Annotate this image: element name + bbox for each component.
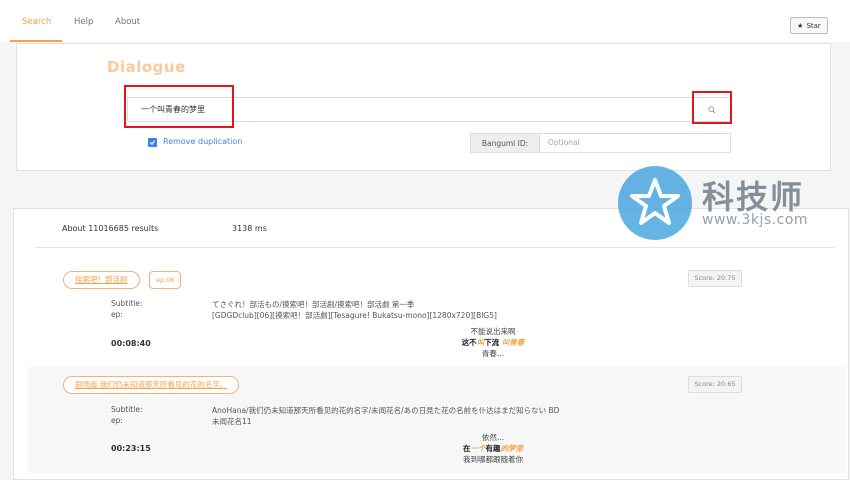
tab-about[interactable]: About bbox=[115, 17, 140, 27]
logo: Dialogue bbox=[107, 58, 186, 76]
context-main: 在一个有趣的梦里 bbox=[408, 443, 578, 454]
context-main-a: 这不 bbox=[461, 338, 477, 347]
context-after: 青春... bbox=[481, 349, 505, 358]
subtitle-value: AnoHana/我们仍未知道那天所看见的花的名字/未闻花名/あの日見た花の名前を… bbox=[212, 406, 560, 415]
result-card: 剧场版 我们仍未知道那天所看见的花的名字。 Score: 20.65 Subti… bbox=[28, 367, 846, 473]
score-badge: Score: 20.75 bbox=[688, 270, 742, 287]
top-nav: Search Help About ★ Star bbox=[0, 0, 850, 42]
context-main-a: 在 bbox=[463, 444, 471, 453]
watermark-url: www.3kjs.com bbox=[702, 212, 809, 228]
ep-label: ep: bbox=[111, 416, 123, 425]
search-panel: Dialogue 一个叫青春的梦里 Remove duplication Ban… bbox=[16, 43, 831, 171]
subtitle-label: Subtitle: bbox=[111, 299, 143, 308]
active-tab-indicator bbox=[10, 40, 62, 42]
result-title-link[interactable]: 剧场版 我们仍未知道那天所看见的花的名字。 bbox=[63, 376, 240, 394]
episode-badge[interactable]: ep.06 bbox=[149, 271, 182, 289]
ep-value: [GDGDclub][06][摸索吧！部活劇][Tesagure! Bukats… bbox=[212, 311, 497, 320]
results-count: About 11016685 results bbox=[62, 224, 159, 233]
dialogue-context: 不能说出来啊 这不叫下流 叫青春 青春... bbox=[408, 326, 578, 359]
timestamp: 00:08:40 bbox=[111, 339, 151, 348]
context-before: 不能说出来啊 bbox=[470, 327, 516, 336]
highlight-box-search-button bbox=[692, 91, 732, 124]
checkmark-icon bbox=[149, 140, 156, 146]
score-badge: Score: 20.65 bbox=[688, 376, 742, 393]
results-panel: About 11016685 results 3138 ms 摇索吧！部活剧 e… bbox=[13, 208, 849, 480]
divider bbox=[34, 247, 834, 248]
results-time: 3138 ms bbox=[232, 224, 267, 233]
bangumi-id-input[interactable]: Optional bbox=[539, 133, 731, 153]
subtitle-value: てさぐれ！部活もの/摸索吧！部活剧/摸索吧！部活劇 第一季 bbox=[212, 300, 415, 309]
result-title-link[interactable]: 摇索吧！部活剧 bbox=[63, 271, 140, 289]
star-button-label: Star bbox=[806, 21, 821, 30]
tab-help[interactable]: Help bbox=[74, 17, 93, 27]
context-highlight: 的梦里 bbox=[500, 444, 524, 453]
dialogue-context: 依然... 在一个有趣的梦里 我到哪都跟随着你 bbox=[408, 432, 578, 465]
context-main: 这不叫下流 叫青春 bbox=[408, 337, 578, 348]
context-main-b: 有趣 bbox=[485, 444, 501, 453]
context-highlight: 一个 bbox=[470, 444, 486, 453]
result-card: 摇索吧！部活剧 ep.06 Score: 20.75 Subtitle: てさぐ… bbox=[28, 261, 846, 359]
ep-value: 未闻花名11 bbox=[212, 417, 252, 426]
context-before: 依然... bbox=[481, 433, 505, 442]
bangumi-id-label: Bangumi ID: bbox=[470, 133, 540, 153]
timestamp: 00:23:15 bbox=[111, 444, 151, 453]
watermark-logo-icon bbox=[618, 166, 692, 240]
remove-duplication-checkbox[interactable] bbox=[148, 138, 157, 147]
context-main-b: 下流 bbox=[484, 338, 502, 347]
highlight-box-query bbox=[124, 85, 234, 128]
star-button[interactable]: ★ Star bbox=[790, 17, 828, 34]
tab-search[interactable]: Search bbox=[22, 17, 51, 27]
context-after: 我到哪都跟随着你 bbox=[463, 455, 523, 464]
ep-label: ep: bbox=[111, 310, 123, 319]
context-highlight: 叫青春 bbox=[501, 338, 525, 347]
remove-duplication-label[interactable]: Remove duplication bbox=[163, 137, 242, 146]
subtitle-label: Subtitle: bbox=[111, 405, 143, 414]
star-icon: ★ bbox=[797, 21, 804, 30]
